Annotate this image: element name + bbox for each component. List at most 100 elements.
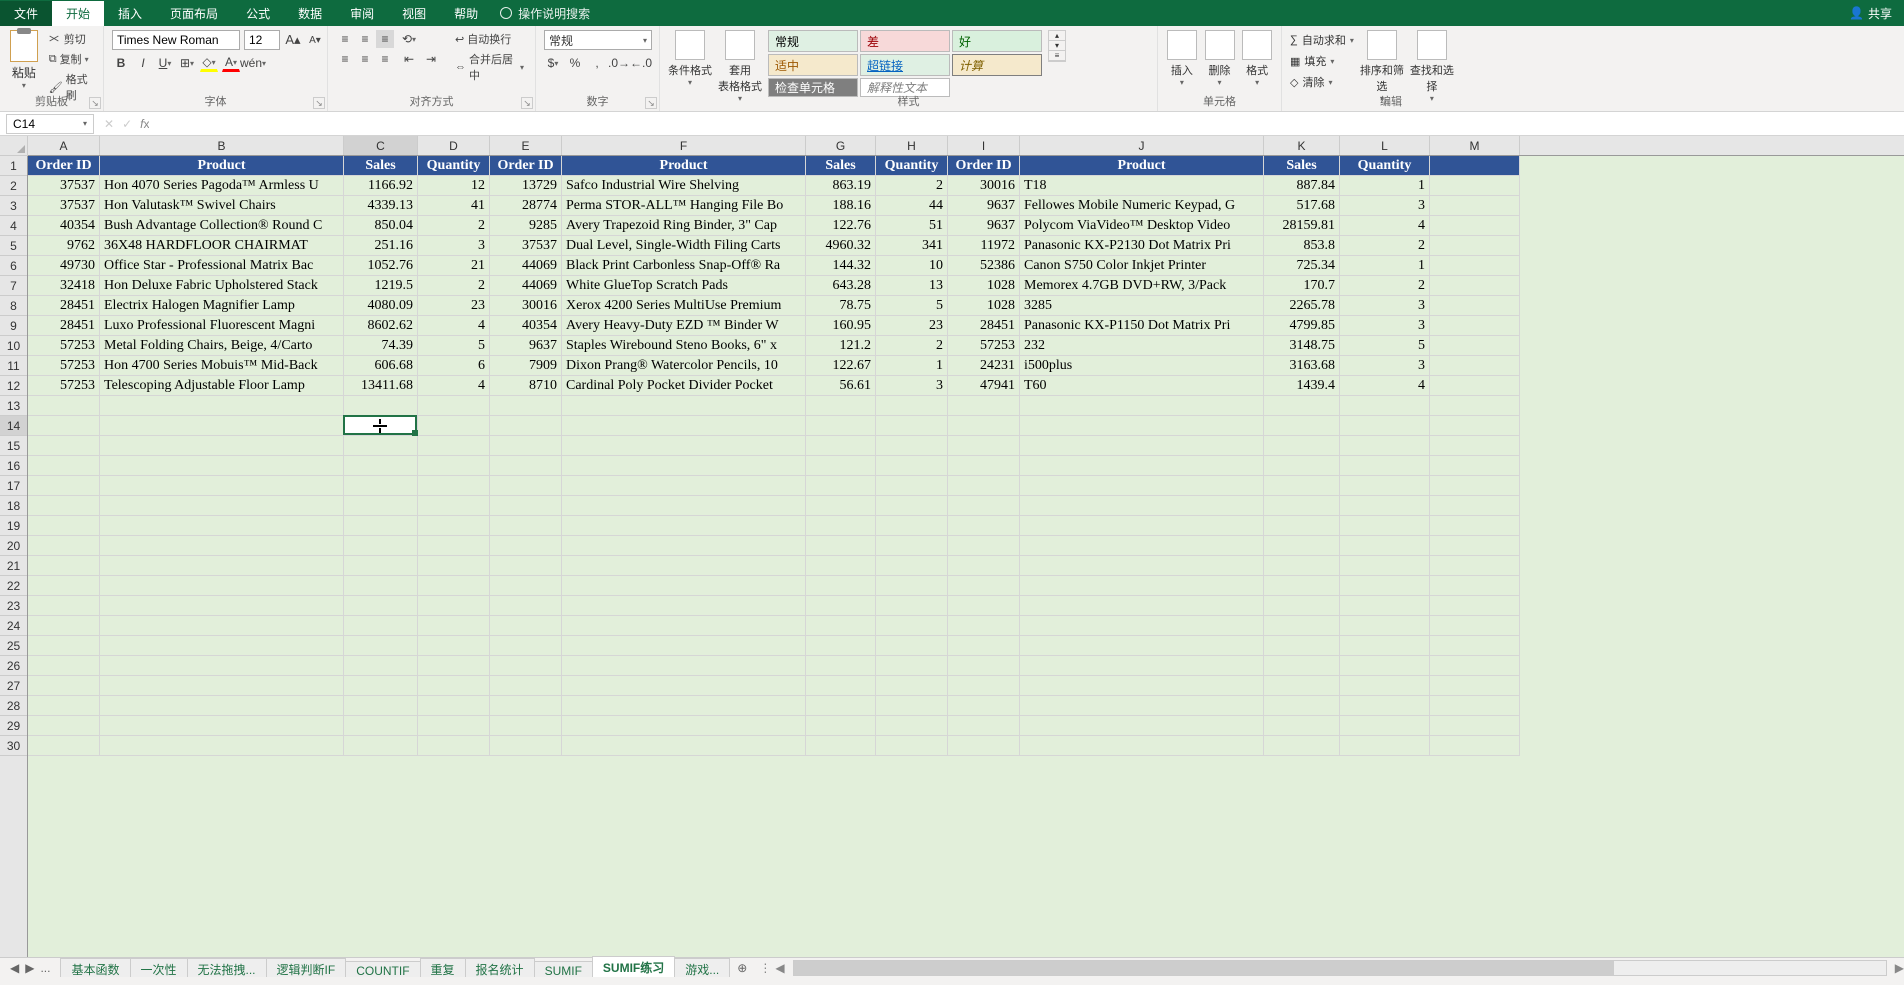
row-header-13[interactable]: 13: [0, 396, 27, 416]
cell[interactable]: [490, 536, 562, 556]
cell[interactable]: [806, 396, 876, 416]
cell[interactable]: 1166.92: [344, 176, 418, 196]
sheet-nav-next[interactable]: ▶: [25, 961, 34, 975]
cell[interactable]: [100, 476, 344, 496]
menu-tab-2[interactable]: 页面布局: [156, 1, 232, 26]
cell[interactable]: [1340, 516, 1430, 536]
cell[interactable]: 122.76: [806, 216, 876, 236]
cell[interactable]: [1340, 396, 1430, 416]
cell[interactable]: [1264, 416, 1340, 436]
cell[interactable]: 643.28: [806, 276, 876, 296]
cell[interactable]: [562, 456, 806, 476]
cell[interactable]: [806, 516, 876, 536]
cell[interactable]: [1264, 496, 1340, 516]
cell[interactable]: [100, 516, 344, 536]
cell[interactable]: [344, 476, 418, 496]
col-header-C[interactable]: C: [344, 136, 418, 155]
cell[interactable]: [1020, 736, 1264, 756]
cell[interactable]: 5: [1340, 336, 1430, 356]
cell[interactable]: [1430, 656, 1520, 676]
cell[interactable]: Perma STOR-ALL™ Hanging File Bo: [562, 196, 806, 216]
align-left-button[interactable]: ≡: [336, 50, 354, 68]
menu-tab-5[interactable]: 审阅: [336, 1, 388, 26]
wrap-text-button[interactable]: ↩自动换行: [452, 30, 527, 48]
cell[interactable]: [948, 736, 1020, 756]
cell[interactable]: 3: [1340, 196, 1430, 216]
cell[interactable]: [562, 696, 806, 716]
cell[interactable]: [100, 676, 344, 696]
cell[interactable]: i500plus: [1020, 356, 1264, 376]
cell[interactable]: [1264, 436, 1340, 456]
cell[interactable]: [948, 696, 1020, 716]
gallery-more-button[interactable]: ▴▾≡: [1048, 30, 1066, 62]
cell[interactable]: [948, 716, 1020, 736]
cell-styles-gallery[interactable]: 常规差好适中超链接计算检查单元格解释性文本: [768, 30, 1042, 97]
cell[interactable]: [1430, 476, 1520, 496]
cell[interactable]: [806, 556, 876, 576]
row-header-2[interactable]: 2: [0, 176, 27, 196]
cell[interactable]: [1264, 636, 1340, 656]
cell[interactable]: [1430, 256, 1520, 276]
table-header-cell[interactable]: Order ID: [948, 156, 1020, 176]
cell[interactable]: [418, 556, 490, 576]
font-size-combo[interactable]: [244, 30, 280, 50]
dialog-launcher[interactable]: ↘: [89, 97, 101, 109]
insert-cells-button[interactable]: 插入▾: [1166, 30, 1198, 87]
cell[interactable]: 13411.68: [344, 376, 418, 396]
cell[interactable]: [1430, 596, 1520, 616]
cell[interactable]: 170.7: [1264, 276, 1340, 296]
column-headers[interactable]: ABCDEFGHIJKLM: [28, 136, 1904, 156]
table-header-cell[interactable]: Quantity: [876, 156, 948, 176]
row-header-8[interactable]: 8: [0, 296, 27, 316]
cell[interactable]: 12: [418, 176, 490, 196]
increase-decimal-button[interactable]: .0→: [610, 54, 628, 72]
cell[interactable]: [1020, 676, 1264, 696]
cell[interactable]: Safco Industrial Wire Shelving: [562, 176, 806, 196]
cell[interactable]: 121.2: [806, 336, 876, 356]
cell[interactable]: 5: [876, 296, 948, 316]
cell[interactable]: [1020, 476, 1264, 496]
col-header-B[interactable]: B: [100, 136, 344, 155]
cell[interactable]: 8710: [490, 376, 562, 396]
cell[interactable]: 3148.75: [1264, 336, 1340, 356]
row-header-7[interactable]: 7: [0, 276, 27, 296]
cell[interactable]: [562, 676, 806, 696]
cell[interactable]: 887.84: [1264, 176, 1340, 196]
cell[interactable]: [806, 536, 876, 556]
row-headers[interactable]: 1234567891011121314151617181920212223242…: [0, 156, 28, 957]
cell[interactable]: [562, 516, 806, 536]
cell[interactable]: [490, 556, 562, 576]
cell[interactable]: [418, 436, 490, 456]
cell[interactable]: 1028: [948, 276, 1020, 296]
cell[interactable]: [28, 716, 100, 736]
cell[interactable]: 144.32: [806, 256, 876, 276]
align-bottom-button[interactable]: ≡: [376, 30, 394, 48]
table-header-cell[interactable]: Quantity: [418, 156, 490, 176]
cell[interactable]: [1430, 716, 1520, 736]
cell[interactable]: [1340, 696, 1430, 716]
cell[interactable]: [490, 576, 562, 596]
cell[interactable]: [876, 536, 948, 556]
cell[interactable]: Polycom ViaVideo™ Desktop Video: [1020, 216, 1264, 236]
cell[interactable]: [948, 676, 1020, 696]
cell[interactable]: [490, 436, 562, 456]
cell[interactable]: [1264, 576, 1340, 596]
cell[interactable]: [948, 576, 1020, 596]
cell[interactable]: [1264, 616, 1340, 636]
cell[interactable]: [418, 636, 490, 656]
cell[interactable]: [1340, 496, 1430, 516]
col-header-F[interactable]: F: [562, 136, 806, 155]
row-header-19[interactable]: 19: [0, 516, 27, 536]
sheet-nav-prev[interactable]: ◀: [10, 961, 19, 975]
cell[interactable]: 28159.81: [1264, 216, 1340, 236]
cell[interactable]: [28, 596, 100, 616]
cell[interactable]: [876, 716, 948, 736]
cell[interactable]: 7909: [490, 356, 562, 376]
autosum-button[interactable]: ∑自动求和▾: [1290, 30, 1354, 50]
cell[interactable]: [1264, 696, 1340, 716]
cell[interactable]: 9285: [490, 216, 562, 236]
cell[interactable]: [1430, 636, 1520, 656]
cancel-formula-button[interactable]: ✕: [104, 117, 114, 131]
cell[interactable]: [1020, 516, 1264, 536]
cell[interactable]: [562, 616, 806, 636]
